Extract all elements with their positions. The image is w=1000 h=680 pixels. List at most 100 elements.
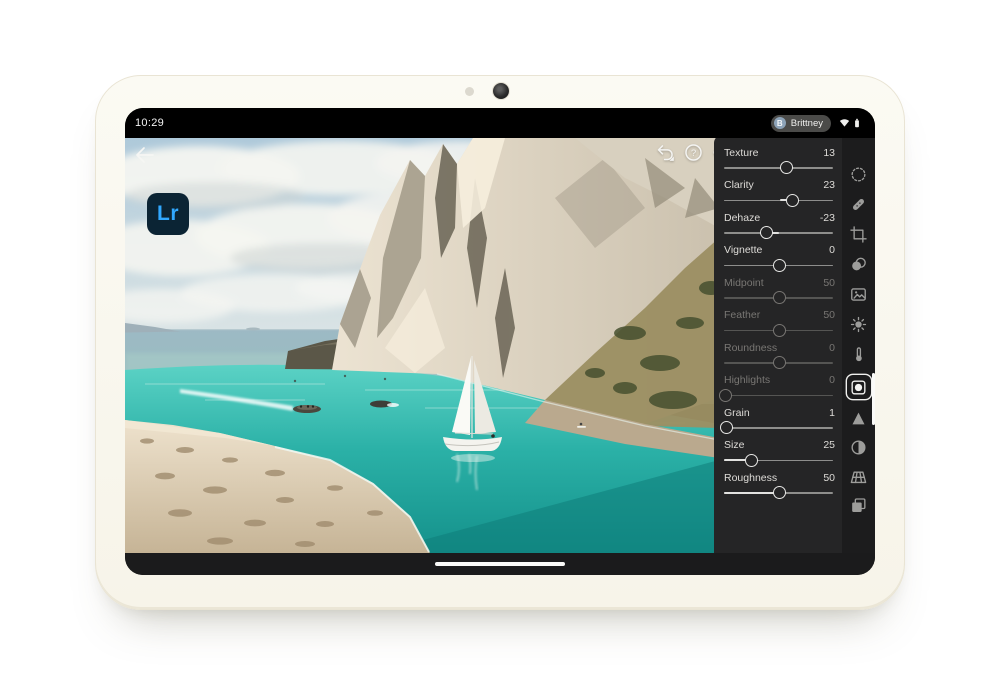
roundness-value: 0 bbox=[829, 342, 835, 354]
highlights-slider-knob[interactable] bbox=[719, 389, 732, 402]
slider-row-size: Size 25 bbox=[724, 439, 835, 470]
roughness-slider-track[interactable] bbox=[724, 486, 835, 500]
slider-row-clarity: Clarity 23 bbox=[724, 179, 835, 210]
grain-slider-knob[interactable] bbox=[720, 421, 733, 434]
slider-row-feather: Feather 50 bbox=[724, 309, 835, 340]
grain-slider-track[interactable] bbox=[724, 421, 835, 435]
profiles-icon bbox=[849, 255, 868, 274]
lightroom-logo: Lr bbox=[147, 193, 189, 235]
tool-crop-button[interactable] bbox=[847, 222, 871, 246]
tool-masking-button[interactable] bbox=[847, 162, 871, 186]
midpoint-value: 50 bbox=[823, 277, 835, 289]
clarity-slider-knob[interactable] bbox=[786, 194, 799, 207]
clarity-label: Clarity bbox=[724, 179, 754, 191]
home-indicator[interactable] bbox=[435, 562, 565, 566]
presets-icon bbox=[849, 285, 868, 304]
roughness-value: 50 bbox=[823, 472, 835, 484]
tool-light-button[interactable] bbox=[847, 312, 871, 336]
tool-optics-button[interactable] bbox=[847, 435, 871, 459]
tool-profiles-button[interactable] bbox=[847, 252, 871, 276]
slider-row-vignette: Vignette 0 bbox=[724, 244, 835, 275]
undo-button[interactable] bbox=[655, 142, 676, 163]
bottom-nav-bar bbox=[125, 553, 875, 575]
edit-workspace: Lr ? Texture 13 Clarity 23 Dehaze -23 bbox=[125, 138, 875, 553]
slider-row-highlights: Highlights 0 bbox=[724, 374, 835, 405]
rail-scrollbar[interactable] bbox=[872, 373, 875, 425]
texture-slider-knob[interactable] bbox=[780, 161, 793, 174]
account-badge[interactable]: B Brittney bbox=[771, 115, 831, 132]
light-icon bbox=[849, 315, 868, 334]
front-camera bbox=[493, 83, 509, 99]
detail-icon bbox=[849, 409, 868, 428]
slider-row-roughness: Roughness 50 bbox=[724, 471, 835, 502]
texture-slider-track[interactable] bbox=[724, 161, 835, 175]
tool-detail-button[interactable] bbox=[847, 406, 871, 430]
account-name: Brittney bbox=[791, 118, 823, 129]
roughness-slider-knob[interactable] bbox=[773, 486, 786, 499]
size-slider-track[interactable] bbox=[724, 454, 835, 468]
screen: 10:29 B Brittney bbox=[125, 108, 875, 575]
slider-row-dehaze: Dehaze -23 bbox=[724, 211, 835, 242]
size-value: 25 bbox=[823, 439, 835, 451]
optics-icon bbox=[849, 438, 868, 457]
size-slider-knob[interactable] bbox=[745, 454, 758, 467]
grain-value: 1 bbox=[829, 407, 835, 419]
effects-icon bbox=[849, 378, 868, 397]
status-bar: 10:29 B Brittney bbox=[125, 108, 875, 138]
masking-icon bbox=[849, 165, 868, 184]
vignette-slider-track[interactable] bbox=[724, 259, 835, 273]
stage: 10:29 B Brittney bbox=[0, 0, 1000, 680]
highlights-slider-track[interactable] bbox=[724, 389, 835, 403]
highlights-value: 0 bbox=[829, 374, 835, 386]
geometry-icon bbox=[849, 467, 868, 486]
feather-label: Feather bbox=[724, 309, 760, 321]
wifi-icon bbox=[838, 116, 851, 130]
status-icons bbox=[838, 116, 863, 130]
roundness-slider-track[interactable] bbox=[724, 356, 835, 370]
tablet-device: 10:29 B Brittney bbox=[95, 75, 905, 610]
dehaze-label: Dehaze bbox=[724, 212, 760, 224]
dehaze-value: -23 bbox=[820, 212, 835, 224]
crop-icon bbox=[849, 225, 868, 244]
healing-icon bbox=[849, 195, 868, 214]
grain-label: Grain bbox=[724, 407, 750, 419]
tool-healing-button[interactable] bbox=[847, 192, 871, 216]
tool-versions-button[interactable] bbox=[847, 493, 871, 517]
midpoint-slider-track[interactable] bbox=[724, 291, 835, 305]
battery-icon bbox=[851, 116, 863, 130]
photo-canvas[interactable] bbox=[125, 138, 719, 553]
highlights-label: Highlights bbox=[724, 374, 770, 386]
texture-label: Texture bbox=[724, 147, 758, 159]
help-button[interactable]: ? bbox=[683, 142, 704, 163]
midpoint-slider-knob[interactable] bbox=[773, 291, 786, 304]
vignette-value: 0 bbox=[829, 244, 835, 256]
slider-row-texture: Texture 13 bbox=[724, 146, 835, 177]
svg-text:?: ? bbox=[691, 148, 696, 159]
roundness-slider-knob[interactable] bbox=[773, 356, 786, 369]
tool-rail bbox=[842, 135, 875, 553]
status-bar-right: B Brittney bbox=[771, 115, 863, 132]
dehaze-slider-knob[interactable] bbox=[760, 226, 773, 239]
avatar: B bbox=[774, 117, 786, 129]
clarity-slider-track[interactable] bbox=[724, 194, 835, 208]
vignette-label: Vignette bbox=[724, 244, 762, 256]
feather-value: 50 bbox=[823, 309, 835, 321]
feather-slider-knob[interactable] bbox=[773, 324, 786, 337]
tool-color-button[interactable] bbox=[847, 342, 871, 366]
size-label: Size bbox=[724, 439, 744, 451]
roundness-label: Roundness bbox=[724, 342, 777, 354]
back-button[interactable] bbox=[133, 143, 157, 167]
feather-slider-track[interactable] bbox=[724, 324, 835, 338]
clock: 10:29 bbox=[135, 117, 164, 129]
midpoint-label: Midpoint bbox=[724, 277, 764, 289]
tool-presets-button[interactable] bbox=[847, 282, 871, 306]
effects-panel: Texture 13 Clarity 23 Dehaze -23 bbox=[714, 135, 842, 553]
vignette-slider-knob[interactable] bbox=[773, 259, 786, 272]
slider-row-midpoint: Midpoint 50 bbox=[724, 276, 835, 307]
dehaze-slider-track[interactable] bbox=[724, 226, 835, 240]
tool-effects-button[interactable] bbox=[847, 375, 871, 399]
tool-geometry-button[interactable] bbox=[847, 464, 871, 488]
photo bbox=[125, 138, 719, 553]
light-sensor-dot bbox=[465, 87, 474, 96]
clarity-value: 23 bbox=[823, 179, 835, 191]
